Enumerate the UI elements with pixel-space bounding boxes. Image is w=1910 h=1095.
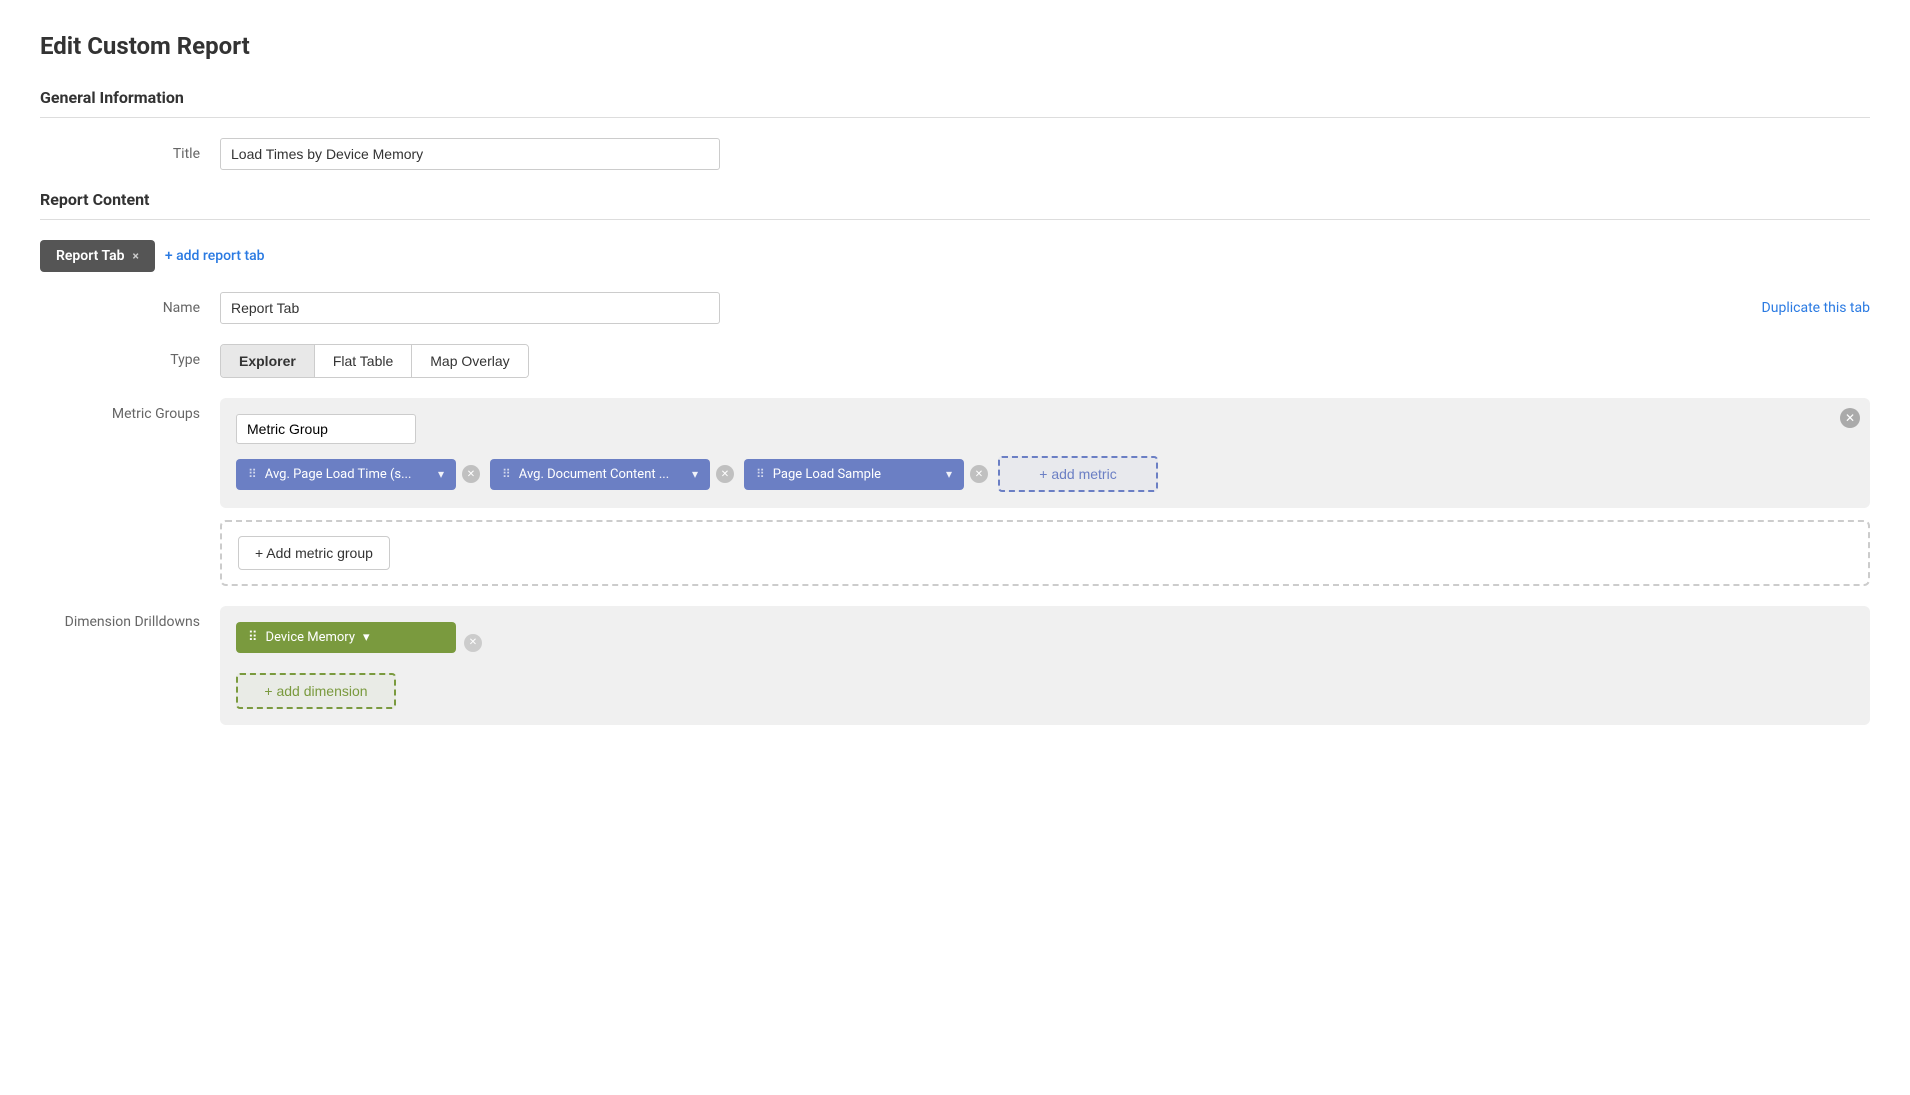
general-info-divider bbox=[40, 117, 1870, 118]
metric-close-icon-2: ✕ bbox=[975, 469, 983, 480]
general-info-heading: General Information bbox=[40, 88, 1870, 107]
metric-chip-close-1[interactable]: ✕ bbox=[716, 465, 734, 483]
type-button-group: Explorer Flat Table Map Overlay bbox=[220, 344, 529, 378]
page-container: Edit Custom Report General Information T… bbox=[0, 0, 1910, 1095]
metric-groups-label: Metric Groups bbox=[40, 398, 220, 422]
dimension-drag-icon: ⠿ bbox=[248, 630, 258, 645]
metric-label-2: Page Load Sample bbox=[773, 467, 938, 482]
metric-label-1: Avg. Document Content ... bbox=[519, 467, 684, 482]
type-explorer-button[interactable]: Explorer bbox=[221, 345, 315, 377]
tabs-row: Report Tab × + add report tab bbox=[40, 240, 1870, 272]
metric-chip-1[interactable]: ⠿ Avg. Document Content ... ▾ bbox=[490, 459, 710, 490]
report-content-divider bbox=[40, 219, 1870, 220]
metric-group-close-icon: ✕ bbox=[1845, 411, 1855, 425]
general-information-section: General Information Title bbox=[40, 88, 1870, 170]
drag-icon-0: ⠿ bbox=[248, 467, 257, 481]
type-flat-table-button[interactable]: Flat Table bbox=[315, 345, 412, 377]
add-metric-button[interactable]: + add metric bbox=[998, 456, 1158, 492]
chip-arrow-1: ▾ bbox=[692, 467, 698, 481]
report-tab-button[interactable]: Report Tab × bbox=[40, 240, 155, 272]
tab-name-row: Duplicate this tab bbox=[220, 292, 1870, 324]
metric-label-0: Avg. Page Load Time (s... bbox=[265, 467, 430, 482]
drag-icon-2: ⠿ bbox=[756, 467, 765, 481]
dimension-chip-row: ⠿ Device Memory ▾ ✕ bbox=[236, 622, 1854, 663]
metrics-row: ⠿ Avg. Page Load Time (s... ▾ ✕ ⠿ Avg. D… bbox=[236, 456, 1854, 492]
tab-close-icon[interactable]: × bbox=[132, 249, 138, 263]
tab-name-field-row: Name Duplicate this tab bbox=[40, 292, 1870, 324]
metric-groups-container: ✕ ⠿ Avg. Page Load Time (s... ▾ ✕ bbox=[220, 398, 1870, 586]
dimension-box: ⠿ Device Memory ▾ ✕ + add dimension bbox=[220, 606, 1870, 725]
chip-arrow-0: ▾ bbox=[438, 467, 444, 481]
dimension-drilldowns-field-row: Dimension Drilldowns ⠿ Device Memory ▾ ✕ bbox=[40, 606, 1870, 725]
tab-label: Report Tab bbox=[56, 248, 124, 264]
title-field-row: Title bbox=[40, 138, 1870, 170]
metric-chip-close-2[interactable]: ✕ bbox=[970, 465, 988, 483]
add-metric-group-button[interactable]: + Add metric group bbox=[238, 536, 390, 570]
metric-group-box: ✕ ⠿ Avg. Page Load Time (s... ▾ ✕ bbox=[220, 398, 1870, 508]
chip-arrow-2: ▾ bbox=[946, 467, 952, 481]
metric-close-icon-0: ✕ bbox=[467, 469, 475, 480]
dimension-drilldowns-label: Dimension Drilldowns bbox=[40, 606, 220, 630]
duplicate-tab-link[interactable]: Duplicate this tab bbox=[1762, 292, 1870, 316]
type-map-overlay-button[interactable]: Map Overlay bbox=[412, 345, 527, 377]
report-content-heading: Report Content bbox=[40, 190, 1870, 209]
title-input[interactable] bbox=[220, 138, 720, 170]
dimension-close-icon: ✕ bbox=[469, 637, 477, 648]
dimension-chip-arrow: ▾ bbox=[363, 630, 370, 645]
type-options: Explorer Flat Table Map Overlay bbox=[220, 344, 1870, 378]
add-metric-group-box: + Add metric group bbox=[220, 520, 1870, 586]
add-report-tab-link[interactable]: + add report tab bbox=[165, 248, 265, 264]
type-field-row: Type Explorer Flat Table Map Overlay bbox=[40, 344, 1870, 378]
add-dimension-button[interactable]: + add dimension bbox=[236, 673, 396, 709]
tab-content-area: Name Duplicate this tab Type Explorer Fl… bbox=[40, 292, 1870, 725]
metric-groups-field-row: Metric Groups ✕ ⠿ Avg. Page Load Time (s bbox=[40, 398, 1870, 586]
tab-name-input[interactable] bbox=[220, 292, 720, 324]
dimension-chip-close-button[interactable]: ✕ bbox=[464, 634, 482, 652]
dimension-drilldowns-content: ⠿ Device Memory ▾ ✕ + add dimension bbox=[220, 606, 1870, 725]
drag-icon-1: ⠿ bbox=[502, 467, 511, 481]
metric-group-name-input[interactable] bbox=[236, 414, 416, 444]
tab-name-label: Name bbox=[40, 292, 220, 316]
dimension-chip-label: Device Memory bbox=[266, 630, 355, 645]
metric-chip-close-0[interactable]: ✕ bbox=[462, 465, 480, 483]
title-label: Title bbox=[40, 138, 220, 162]
metric-chip-2[interactable]: ⠿ Page Load Sample ▾ bbox=[744, 459, 964, 490]
report-content-section: Report Content Report Tab × + add report… bbox=[40, 190, 1870, 725]
metric-close-icon-1: ✕ bbox=[721, 469, 729, 480]
metric-group-close-button[interactable]: ✕ bbox=[1840, 408, 1860, 428]
metric-chip-0[interactable]: ⠿ Avg. Page Load Time (s... ▾ bbox=[236, 459, 456, 490]
dimension-chip-device-memory[interactable]: ⠿ Device Memory ▾ bbox=[236, 622, 456, 653]
type-label: Type bbox=[40, 344, 220, 368]
page-title: Edit Custom Report bbox=[40, 32, 1870, 60]
